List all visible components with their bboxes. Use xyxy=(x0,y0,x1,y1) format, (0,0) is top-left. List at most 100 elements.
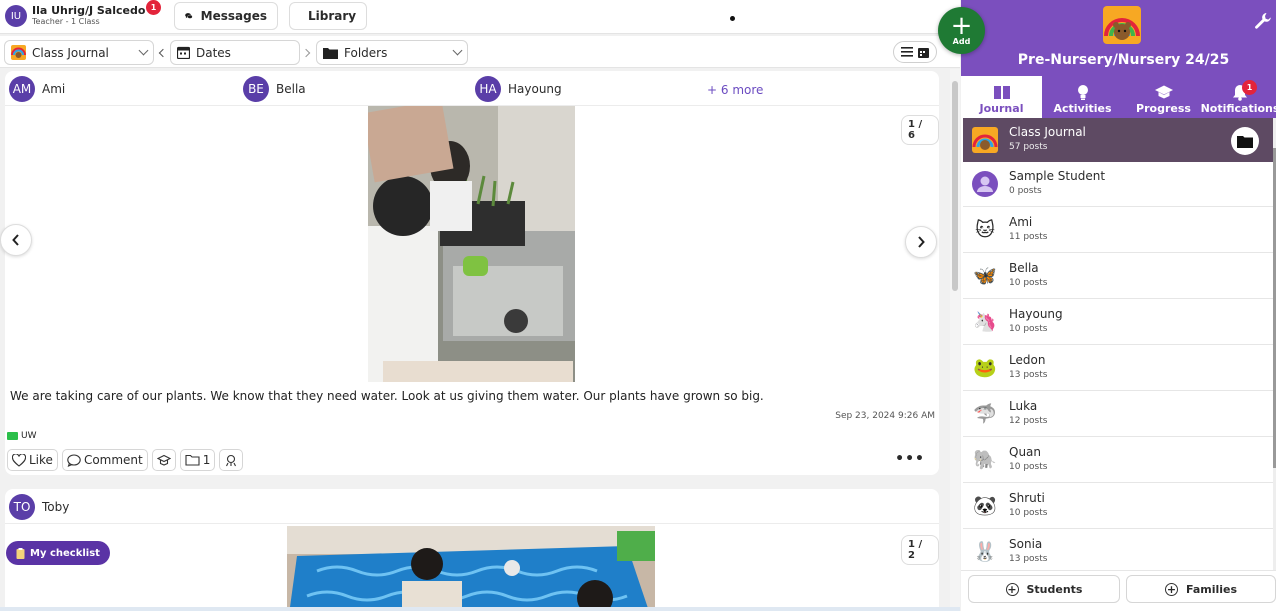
previous-photo-button[interactable] xyxy=(0,224,32,256)
roster-item-ami[interactable]: 🐱 Ami 11 posts xyxy=(963,208,1273,253)
comment-label: Comment xyxy=(83,453,143,467)
previous-date-arrow[interactable] xyxy=(158,48,168,58)
dates-select-label: Dates xyxy=(196,45,231,60)
photo-counter: 1 / 6 xyxy=(901,115,939,145)
more-options-icon[interactable]: ••• xyxy=(895,451,925,467)
roster-item-sonia[interactable]: 🐰 Sonia 13 posts xyxy=(963,530,1273,575)
book-icon xyxy=(993,85,1010,99)
tab-progress-label: Progress xyxy=(1136,102,1191,115)
bottom-edge xyxy=(0,607,960,611)
list-view-icon[interactable] xyxy=(900,47,913,57)
roster-item-sample-student[interactable]: Sample Student 0 posts xyxy=(963,162,1273,207)
tab-journal-label: Journal xyxy=(979,102,1024,115)
messages-button[interactable]: Messages xyxy=(174,2,278,30)
my-checklist-button[interactable]: My checklist xyxy=(6,541,110,565)
journal-select[interactable]: Class Journal xyxy=(4,40,154,65)
student-tag[interactable]: BE Bella xyxy=(243,76,306,102)
tab-progress[interactable]: Progress xyxy=(1123,76,1204,118)
progress-button[interactable] xyxy=(151,449,176,471)
families-button[interactable]: + Families xyxy=(1126,575,1276,603)
library-label: Library xyxy=(308,9,357,23)
post-folder-tag[interactable]: UW xyxy=(7,431,37,441)
scrollbar-thumb[interactable] xyxy=(952,81,958,291)
tab-journal[interactable]: Journal xyxy=(961,76,1042,118)
add-post-button[interactable]: + Add xyxy=(938,7,985,54)
folder-icon xyxy=(7,432,18,440)
folders-select[interactable]: Folders xyxy=(316,40,468,65)
roster-name: Luka xyxy=(1009,399,1038,413)
add-circle-icon: + xyxy=(1005,582,1019,596)
rainbow-bear-icon xyxy=(11,45,26,60)
journal-post: AM Ami BE Bella HA Hayoung + 6 more 1 / … xyxy=(0,71,939,475)
roster-post-count: 0 posts xyxy=(1009,186,1042,196)
view-toggle[interactable] xyxy=(893,41,937,63)
folder-count-button[interactable]: 1 xyxy=(179,449,216,471)
roster-post-count: 10 posts xyxy=(1009,324,1048,334)
filter-bar: Class Journal Dates Folders xyxy=(0,36,960,68)
roster-name: Class Journal xyxy=(1009,125,1086,139)
chevron-right-icon xyxy=(918,236,925,248)
folders-select-label: Folders xyxy=(344,45,388,60)
student-tag[interactable]: AM Ami xyxy=(9,76,65,102)
add-label: Add xyxy=(952,37,971,46)
roster-name: Sample Student xyxy=(1009,169,1106,183)
person-icon xyxy=(972,171,998,197)
panel-tabs: Journal Activities Progress Notification… xyxy=(961,76,1276,118)
post-photo[interactable] xyxy=(368,106,575,382)
more-students-link[interactable]: + 6 more xyxy=(707,83,763,97)
tab-activities[interactable]: Activities xyxy=(1042,76,1123,118)
wrench-icon[interactable] xyxy=(1254,12,1272,30)
roster-post-count: 12 posts xyxy=(1009,416,1048,426)
roster-post-count: 57 posts xyxy=(1009,142,1048,152)
user-menu[interactable]: IU Ila Uhrig/J Salcedo Teacher - 1 Class… xyxy=(5,0,161,30)
roster-name: Ledon xyxy=(1009,353,1046,367)
next-date-arrow[interactable] xyxy=(301,48,311,58)
notifications-badge: 1 xyxy=(1242,80,1257,95)
student-name: Ami xyxy=(42,82,66,96)
calendar-view-icon[interactable] xyxy=(918,47,930,58)
roster-item-ledon[interactable]: 🐸 Ledon 13 posts xyxy=(963,346,1273,391)
roster-item-quan[interactable]: 🐘 Quan 10 posts xyxy=(963,438,1273,483)
library-button[interactable]: Library xyxy=(289,2,367,30)
next-photo-button[interactable] xyxy=(905,226,937,258)
roster-name: Sonia xyxy=(1009,537,1043,551)
comment-button[interactable]: Comment xyxy=(61,449,148,471)
folder-tag-label: UW xyxy=(21,431,37,441)
students-button[interactable]: + Students xyxy=(968,575,1120,603)
student-tag[interactable]: TO Toby xyxy=(9,494,69,520)
class-folder-button[interactable] xyxy=(1231,127,1259,155)
tab-notifications[interactable]: Notifications 1 xyxy=(1201,76,1276,118)
elephant-icon: 🐘 xyxy=(973,449,997,471)
folder-outline-icon xyxy=(185,454,200,466)
clipboard-icon xyxy=(16,547,25,559)
student-avatar: AM xyxy=(9,76,35,102)
chat-bubbles-icon xyxy=(185,13,193,19)
roster-post-count: 10 posts xyxy=(1009,508,1048,518)
user-role: Teacher - 1 Class xyxy=(32,17,100,26)
post-photo[interactable] xyxy=(287,526,655,611)
roster-item-luka[interactable]: 🦈 Luka 12 posts xyxy=(963,392,1273,437)
folder-icon xyxy=(1237,135,1253,148)
journal-post: TO Toby 1 / 2 xyxy=(5,489,939,611)
roster-item-shruti[interactable]: 🐼 Shruti 10 posts xyxy=(963,484,1273,529)
roster-item-hayoung[interactable]: 🦄 Hayoung 10 posts xyxy=(963,300,1273,345)
like-label: Like xyxy=(29,453,53,467)
students-button-label: Students xyxy=(1026,582,1083,596)
roster-item-class-journal[interactable]: Class Journal 57 posts xyxy=(963,118,1273,162)
student-name: Bella xyxy=(276,82,306,96)
roster-name: Shruti xyxy=(1009,491,1045,505)
like-button[interactable]: Like xyxy=(7,449,58,471)
frog-icon: 🐸 xyxy=(973,357,997,379)
journal-feed[interactable]: AM Ami BE Bella HA Hayoung + 6 more 1 / … xyxy=(0,69,947,611)
student-tag[interactable]: HA Hayoung xyxy=(475,76,562,102)
messages-label: Messages xyxy=(200,9,267,23)
lightbulb-icon xyxy=(1077,85,1088,100)
roster-name: Bella xyxy=(1009,261,1039,275)
roster-item-bella[interactable]: 🦋 Bella 10 posts xyxy=(963,254,1273,299)
roster-name: Ami xyxy=(1009,215,1033,229)
add-circle-icon: + xyxy=(1164,582,1178,596)
chevron-left-icon xyxy=(12,234,19,246)
feed-scrollbar[interactable] xyxy=(950,69,960,611)
dates-select[interactable]: Dates xyxy=(170,40,300,65)
skill-button[interactable] xyxy=(219,449,244,471)
